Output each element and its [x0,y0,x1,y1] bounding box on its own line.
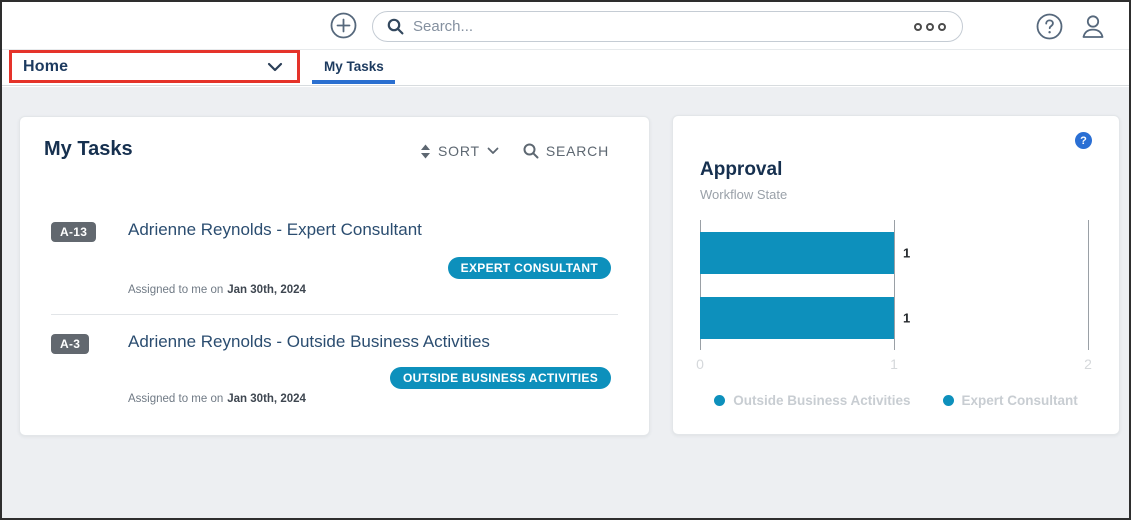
app-window: Home My Tasks My Tasks SORT [0,0,1131,520]
workflow-state-badge: EXPERT CONSULTANT [448,257,611,279]
task-title-link[interactable]: Adrienne Reynolds - Expert Consultant [128,220,422,240]
x-tick-label: 1 [890,356,898,372]
bar-Outside Business Activities[interactable] [700,232,894,274]
chevron-down-icon [487,147,499,155]
sort-arrows-icon [420,144,431,159]
card-help-icon[interactable]: ? [1075,132,1092,149]
help-button[interactable] [1036,13,1063,40]
user-account-button[interactable] [1079,12,1107,40]
search-icon [387,18,404,35]
top-bar [2,2,1129,50]
assigned-date: Jan 30th, 2024 [227,393,306,405]
search-input[interactable] [413,18,914,35]
legend-item[interactable]: Outside Business Activities [714,393,910,408]
my-tasks-title: My Tasks [44,138,133,161]
legend-item[interactable]: Expert Consultant [943,393,1078,408]
person-icon [1079,12,1107,40]
bar-chart-plot: 11 [700,220,1088,350]
approval-card: ? Approval Workflow State 11 012 Outside… [672,115,1120,435]
gridline [894,220,895,350]
legend-label: Expert Consultant [962,393,1078,408]
gridline [1088,220,1089,350]
approval-subtitle: Workflow State [700,187,787,202]
workflow-state-badge: OUTSIDE BUSINESS ACTIVITIES [390,367,611,389]
page-content: My Tasks SORT SEARCH [2,87,1129,518]
legend-label: Outside Business Activities [733,393,910,408]
assigned-date: Jan 30th, 2024 [227,284,306,296]
x-axis-ticks: 012 [700,356,1088,374]
sort-label: SORT [438,143,480,159]
tab-my-tasks-label: My Tasks [324,59,384,74]
my-tasks-controls: SORT SEARCH [420,143,609,159]
legend-dot-icon [943,395,954,406]
more-options-icon[interactable] [914,23,948,31]
x-tick-label: 0 [696,356,704,372]
task-title-link[interactable]: Adrienne Reynolds - Outside Business Act… [128,332,490,352]
task-id-badge[interactable]: A-13 [51,222,96,242]
create-button[interactable] [330,12,357,39]
home-dropdown[interactable]: Home [9,50,300,83]
nav-bar: Home My Tasks [2,50,1129,86]
active-tab-underline [312,80,395,84]
search-tasks-button[interactable]: SEARCH [523,143,609,159]
assigned-text: Assigned to me on [128,393,223,405]
global-search [372,11,963,42]
search-label: SEARCH [546,143,609,159]
search-icon [523,143,539,159]
question-circle-icon [1036,13,1063,40]
my-tasks-card: My Tasks SORT SEARCH [19,116,650,436]
bar-value-label: 1 [903,311,910,326]
chart-legend: Outside Business Activities Expert Consu… [673,393,1119,408]
chevron-down-icon [267,62,283,72]
tab-my-tasks[interactable]: My Tasks [312,50,395,83]
bar-Expert Consultant[interactable] [700,297,894,339]
task-id-badge[interactable]: A-3 [51,334,89,354]
assigned-text: Assigned to me on [128,284,223,296]
task-divider [51,314,618,315]
x-tick-label: 2 [1084,356,1092,372]
bar-value-label: 1 [903,246,910,261]
sort-button[interactable]: SORT [420,143,499,159]
legend-dot-icon [714,395,725,406]
plus-circle-icon [330,12,357,39]
assigned-info: Assigned to me on Jan 30th, 2024 [128,284,306,296]
assigned-info: Assigned to me on Jan 30th, 2024 [128,393,306,405]
approval-title: Approval [700,159,782,181]
home-dropdown-label: Home [23,58,68,76]
